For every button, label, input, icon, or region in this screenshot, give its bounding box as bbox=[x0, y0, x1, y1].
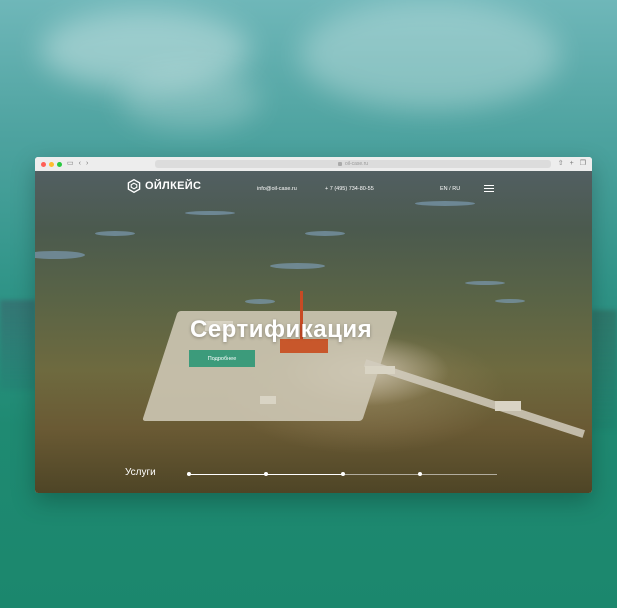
share-icon[interactable]: ⇧ bbox=[558, 157, 564, 171]
forward-icon[interactable]: › bbox=[86, 157, 88, 171]
close-window-button[interactable] bbox=[41, 161, 46, 167]
menu-icon[interactable] bbox=[484, 185, 494, 192]
section-label: Услуги bbox=[125, 467, 156, 478]
back-icon[interactable]: ‹ bbox=[79, 157, 81, 171]
lake bbox=[185, 211, 235, 215]
lake bbox=[415, 201, 475, 206]
lake bbox=[95, 231, 135, 236]
maximize-window-button[interactable] bbox=[57, 161, 62, 167]
site-header: ОЙЛКЕЙС info@oil-case.ru + 7 (495) 734-8… bbox=[35, 171, 592, 201]
slider-dot[interactable] bbox=[187, 472, 191, 476]
lang-separator: / bbox=[449, 186, 451, 192]
hero-title: Сертификация bbox=[190, 316, 373, 343]
phone-link[interactable]: + 7 (495) 734-80-55 bbox=[325, 186, 374, 192]
access-road bbox=[363, 359, 585, 438]
lang-en[interactable]: EN bbox=[440, 186, 448, 192]
lake bbox=[495, 299, 525, 303]
sidebar-icon[interactable]: ▭ bbox=[67, 157, 74, 171]
background-city bbox=[0, 300, 36, 390]
lake bbox=[465, 281, 505, 285]
address-bar[interactable]: oil-case.ru bbox=[155, 160, 551, 168]
minimize-window-button[interactable] bbox=[49, 161, 54, 167]
cloud-decoration bbox=[120, 70, 260, 130]
lake bbox=[270, 263, 325, 269]
slider-dot[interactable] bbox=[341, 472, 345, 476]
browser-toolbar: ▭ ‹ › oil-case.ru ⇧ + ❐ bbox=[35, 157, 592, 172]
lock-icon bbox=[337, 162, 342, 166]
language-switcher: EN / RU bbox=[440, 186, 460, 192]
lang-ru[interactable]: RU bbox=[452, 186, 460, 192]
details-button[interactable]: Подробнее bbox=[189, 350, 255, 367]
logo-text: ОЙЛКЕЙС bbox=[145, 180, 202, 192]
lake bbox=[245, 299, 275, 304]
tabs-icon[interactable]: ❐ bbox=[580, 157, 586, 171]
site-building bbox=[260, 396, 276, 404]
browser-actions: ⇧ + ❐ bbox=[558, 157, 586, 171]
site-building bbox=[365, 366, 395, 374]
browser-window: ▭ ‹ › oil-case.ru ⇧ + ❐ ОЙЛКЕЙС info@oil… bbox=[35, 157, 592, 493]
address-text: oil-case.ru bbox=[344, 161, 369, 167]
window-controls bbox=[41, 161, 62, 167]
email-link[interactable]: info@oil-case.ru bbox=[257, 186, 297, 192]
hero-section: ОЙЛКЕЙС info@oil-case.ru + 7 (495) 734-8… bbox=[35, 171, 592, 493]
background-hill bbox=[591, 310, 617, 430]
lake bbox=[35, 251, 85, 259]
logo[interactable]: ОЙЛКЕЙС bbox=[127, 179, 201, 193]
cloud-decoration bbox=[300, 0, 560, 110]
slider-dot[interactable] bbox=[418, 472, 422, 476]
new-tab-icon[interactable]: + bbox=[570, 157, 574, 171]
logo-mark-icon bbox=[127, 179, 141, 193]
site-building bbox=[495, 401, 521, 411]
lake bbox=[305, 231, 345, 236]
slider-dot[interactable] bbox=[264, 472, 268, 476]
